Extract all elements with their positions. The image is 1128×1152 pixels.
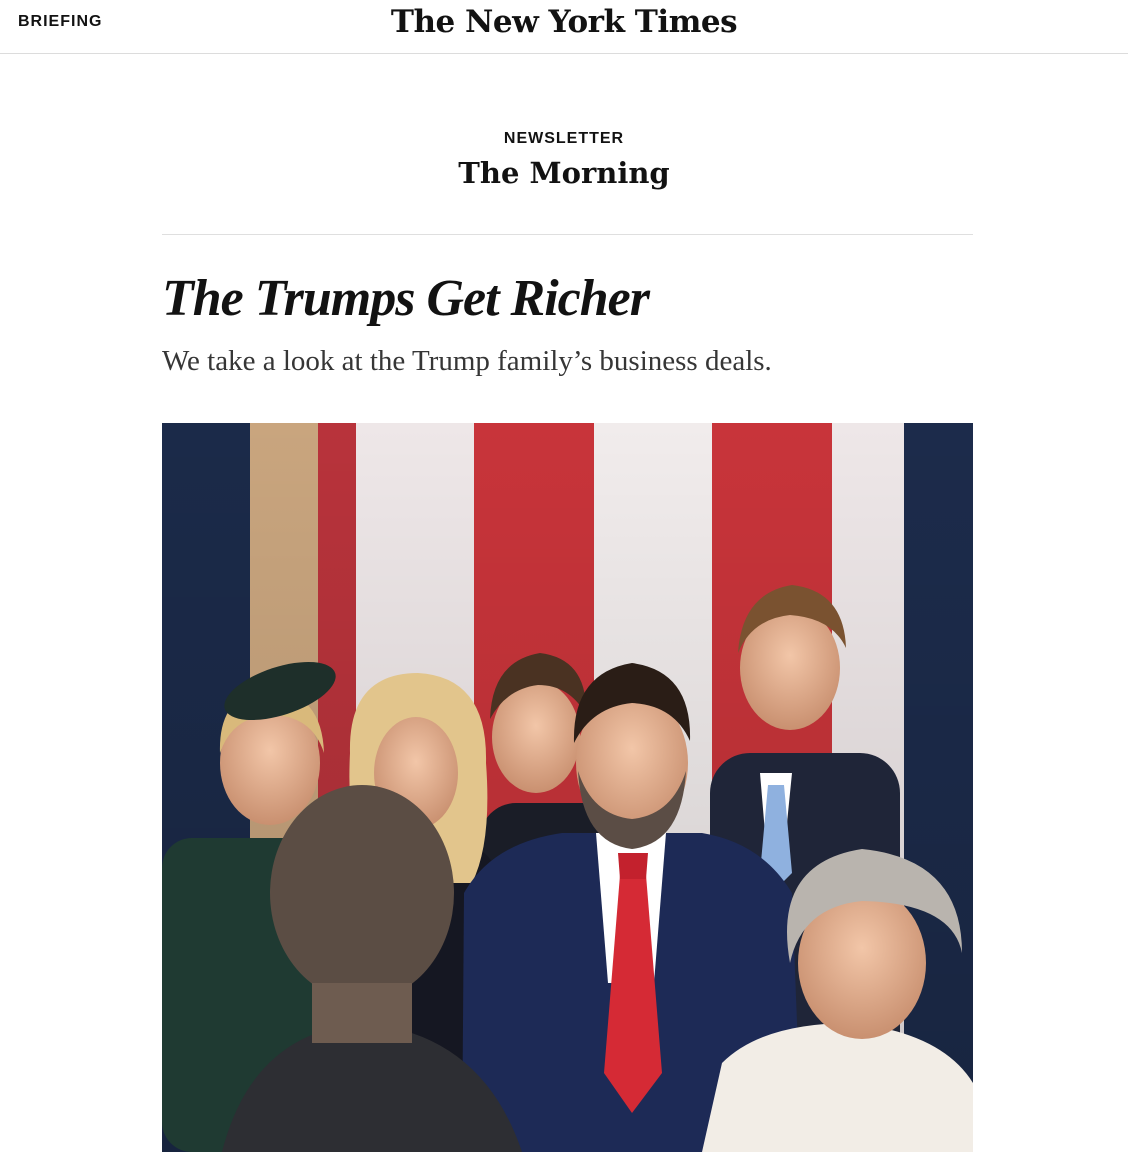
article-headline: The Trumps Get Richer bbox=[162, 270, 650, 327]
lead-photo-illustration bbox=[162, 423, 973, 1152]
nyt-logo[interactable]: The New York Times bbox=[0, 4, 1128, 40]
section-divider bbox=[162, 234, 973, 235]
lead-photo[interactable] bbox=[162, 423, 973, 1152]
newsletter-kicker: NEWSLETTER bbox=[503, 130, 625, 147]
article-summary: We take a look at the Trump family’s bus… bbox=[162, 345, 772, 377]
newsletter-name[interactable]: The Morning bbox=[0, 156, 1128, 190]
top-bar: BRIEFING The New York Times bbox=[0, 0, 1128, 54]
